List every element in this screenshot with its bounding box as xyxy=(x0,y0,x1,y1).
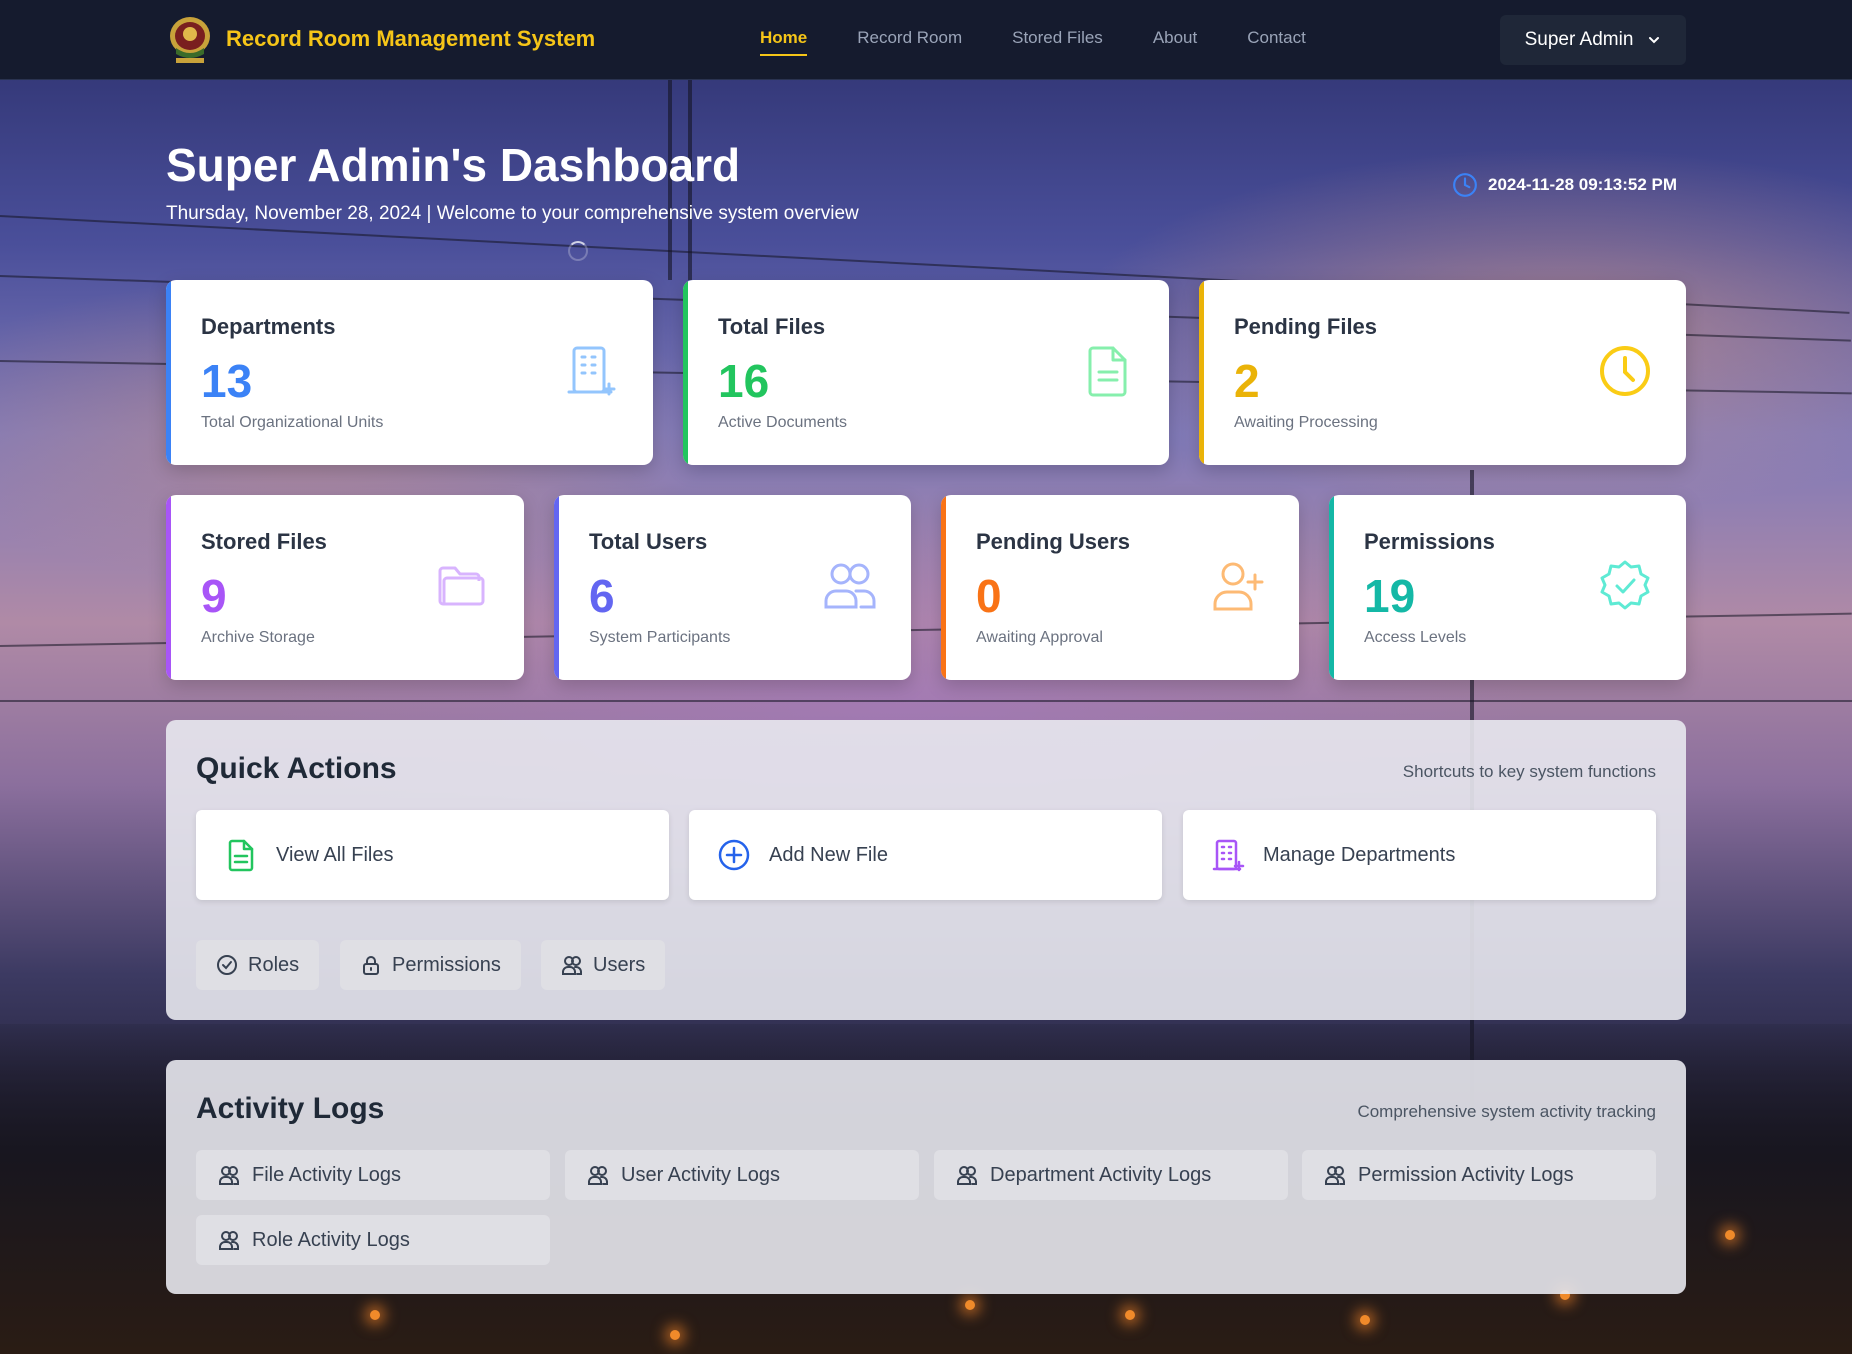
view-all-files-label: View All Files xyxy=(276,843,394,866)
stat-title: Departments xyxy=(201,314,336,339)
activity-logs-title: Activity Logs xyxy=(196,1092,385,1125)
badge-check-icon xyxy=(1600,560,1650,610)
permissions-label: Permissions xyxy=(392,953,501,976)
add-new-file-button[interactable]: Add New File xyxy=(689,810,1162,900)
users-button[interactable]: Users xyxy=(541,940,666,990)
user-plus-icon xyxy=(1213,562,1264,611)
current-datetime: 2024-11-28 09:13:52 PM xyxy=(1452,172,1677,198)
stat-title: Total Users xyxy=(589,529,708,554)
stat-value: 13 xyxy=(201,355,253,407)
users-icon xyxy=(219,1166,239,1185)
quick-actions-description: Shortcuts to key system functions xyxy=(1402,762,1656,781)
users-icon xyxy=(957,1166,977,1185)
top-navbar: Record Room Management System Home Recor… xyxy=(0,0,1852,80)
folder-icon xyxy=(438,566,485,606)
page-subtitle: Thursday, November 28, 2024 | Welcome to… xyxy=(166,203,859,224)
permission-activity-logs-label: Permission Activity Logs xyxy=(1358,1163,1574,1186)
user-activity-logs-button[interactable]: User Activity Logs xyxy=(565,1150,919,1200)
activity-logs-description: Comprehensive system activity tracking xyxy=(1357,1102,1656,1121)
plus-circle-icon xyxy=(718,839,750,871)
building-icon xyxy=(567,346,616,396)
permissions-button[interactable]: Permissions xyxy=(340,940,521,990)
quick-actions-title: Quick Actions xyxy=(196,752,397,785)
emblem-logo xyxy=(170,17,210,63)
role-activity-logs-button[interactable]: Role Activity Logs xyxy=(196,1215,550,1265)
stat-value: 2 xyxy=(1234,355,1260,407)
nav-about[interactable]: About xyxy=(1153,28,1197,56)
clock-icon xyxy=(1600,346,1650,396)
stat-card-stored-files[interactable]: Stored Files 9 Archive Storage xyxy=(166,495,524,680)
nav-record-room[interactable]: Record Room xyxy=(857,28,962,56)
user-menu-label: Super Admin xyxy=(1524,29,1634,50)
stat-title: Pending Users xyxy=(976,529,1131,554)
stat-subtitle: Awaiting Approval xyxy=(976,629,1103,646)
stat-subtitle: Awaiting Processing xyxy=(1234,414,1378,431)
user-menu-button[interactable]: Super Admin xyxy=(1500,15,1686,65)
user-activity-logs-label: User Activity Logs xyxy=(621,1163,780,1186)
stat-subtitle: Active Documents xyxy=(718,414,847,431)
manage-departments-button[interactable]: Manage Departments xyxy=(1183,810,1656,900)
stat-subtitle: Total Organizational Units xyxy=(201,414,384,431)
department-activity-logs-button[interactable]: Department Activity Logs xyxy=(934,1150,1288,1200)
stat-card-total-files[interactable]: Total Files 16 Active Documents xyxy=(683,280,1169,465)
view-all-files-button[interactable]: View All Files xyxy=(196,810,669,900)
nav-home[interactable]: Home xyxy=(760,28,808,56)
stat-card-pending-users[interactable]: Pending Users 0 Awaiting Approval xyxy=(941,495,1299,680)
nav-contact[interactable]: Contact xyxy=(1247,28,1306,56)
brand[interactable]: Record Room Management System xyxy=(166,14,595,64)
users-icon xyxy=(219,1231,239,1250)
stat-title: Total Files xyxy=(718,314,826,339)
stat-title: Stored Files xyxy=(201,529,327,554)
stat-title: Pending Files xyxy=(1234,314,1378,339)
nav-links: Home Record Room Stored Files About Cont… xyxy=(760,28,1306,56)
stat-subtitle: Access Levels xyxy=(1364,629,1467,646)
check-circle-icon xyxy=(217,955,237,975)
manage-departments-label: Manage Departments xyxy=(1263,843,1456,866)
stat-card-permissions[interactable]: Permissions 19 Access Levels xyxy=(1329,495,1686,680)
stat-card-pending-files[interactable]: Pending Files 2 Awaiting Processing xyxy=(1199,280,1686,465)
stat-value: 0 xyxy=(976,570,1002,622)
users-icon xyxy=(562,956,582,975)
users-icon xyxy=(824,563,876,609)
nav-stored-files[interactable]: Stored Files xyxy=(1012,28,1103,56)
clock-icon xyxy=(1453,173,1477,197)
stat-card-total-users[interactable]: Total Users 6 System Participants xyxy=(554,495,911,680)
stat-value: 19 xyxy=(1364,570,1416,622)
department-activity-logs-label: Department Activity Logs xyxy=(990,1163,1212,1186)
activity-logs-panel: Activity Logs Comprehensive system activ… xyxy=(166,1060,1686,1294)
file-icon xyxy=(1088,346,1127,397)
file-icon xyxy=(228,839,254,872)
file-activity-logs-label: File Activity Logs xyxy=(252,1163,401,1186)
building-icon xyxy=(1212,839,1245,872)
lock-icon xyxy=(363,956,379,975)
stat-value: 6 xyxy=(589,570,615,622)
permission-activity-logs-button[interactable]: Permission Activity Logs xyxy=(1302,1150,1656,1200)
file-activity-logs-button[interactable]: File Activity Logs xyxy=(196,1150,550,1200)
datetime-text: 2024-11-28 09:13:52 PM xyxy=(1488,175,1678,194)
stat-card-departments[interactable]: Departments 13 Total Organizational Unit… xyxy=(166,280,653,465)
add-new-file-label: Add New File xyxy=(769,843,888,866)
stat-title: Permissions xyxy=(1364,529,1495,554)
stat-subtitle: System Participants xyxy=(589,629,731,646)
stat-value: 9 xyxy=(201,570,227,622)
roles-label: Roles xyxy=(248,953,300,976)
users-icon xyxy=(588,1166,608,1185)
users-icon xyxy=(1325,1166,1345,1185)
chevron-down-icon xyxy=(1649,37,1660,44)
brand-title: Record Room Management System xyxy=(226,26,596,51)
stat-value: 16 xyxy=(718,355,770,407)
roles-button[interactable]: Roles xyxy=(196,940,320,990)
quick-actions-panel: Quick Actions Shortcuts to key system fu… xyxy=(166,720,1686,1020)
role-activity-logs-label: Role Activity Logs xyxy=(252,1228,410,1251)
page-title: Super Admin's Dashboard xyxy=(166,139,741,191)
stat-subtitle: Archive Storage xyxy=(201,629,315,646)
users-label: Users xyxy=(593,953,646,976)
loading-spinner xyxy=(568,241,588,261)
